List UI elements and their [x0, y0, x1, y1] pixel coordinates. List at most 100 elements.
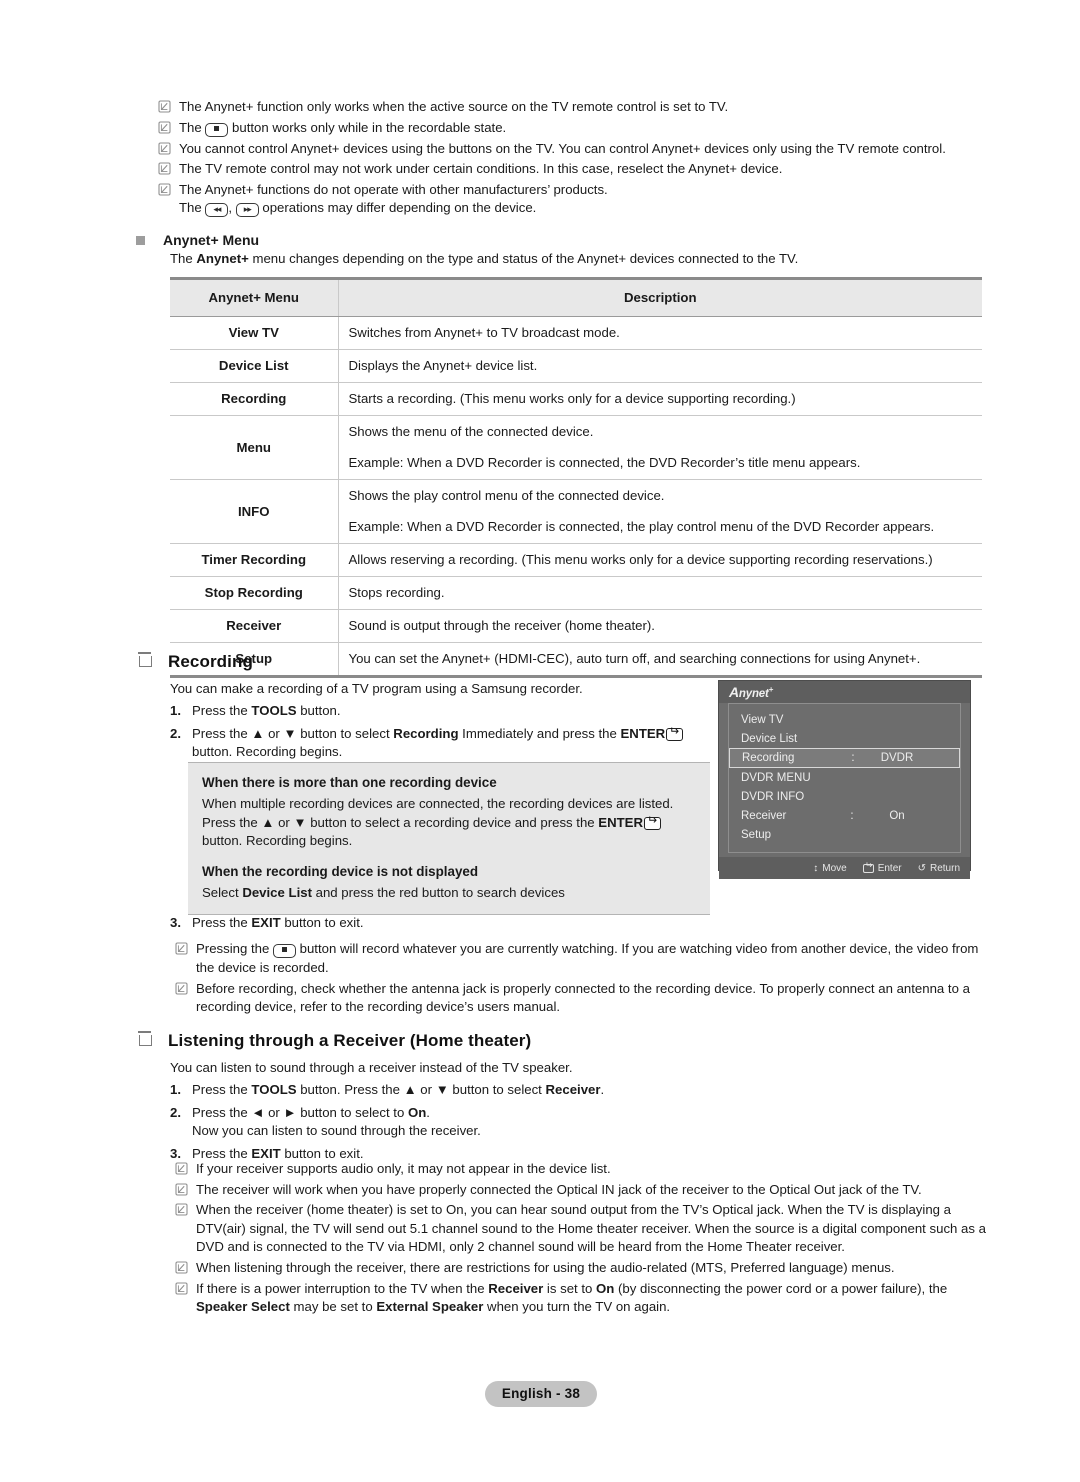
table-cell-description: Starts a recording. (This menu works onl… — [338, 382, 982, 416]
osd-item-label: DVDR MENU — [741, 771, 811, 784]
recording-steps-bottom: 3. Press the EXIT button to exit. — [170, 914, 705, 937]
recording-steps-top: 1. Press the TOOLS button. 2. Press the ▲ o… — [170, 702, 705, 766]
table-cell-description: Displays the Anynet+ device list. — [338, 349, 982, 383]
receiver-intro: You can listen to sound through a receiv… — [170, 1060, 573, 1075]
note-text: The Anynet+ functions do not operate wit… — [179, 181, 608, 218]
infobox-head-1: When there is more than one recording de… — [202, 775, 497, 790]
osd-menu-item[interactable]: Setup — [729, 825, 960, 844]
table-cell-description: Shows the menu of the connected device. E… — [338, 415, 982, 480]
note-text: If there is a power interruption to the … — [196, 1280, 948, 1315]
enter-icon — [862, 863, 874, 873]
osd-menu-item[interactable]: DVDR MENU — [729, 768, 960, 787]
osd-menu-list: View TV Device List Recording: DVDR DVDR MEN… — [728, 703, 961, 853]
table-cell-description: You can set the Anynet+ (HDMI-CEC), auto… — [338, 642, 982, 678]
osd-item-label: Recording — [742, 752, 795, 764]
note-text: The receiver will work when you have pro… — [196, 1181, 922, 1197]
osd-item-value: On — [889, 809, 905, 822]
note-item: The Anynet+ functions do not operate wit… — [158, 181, 988, 219]
note-text: When listening through the receiver, the… — [196, 1259, 895, 1275]
step-number: 2. — [170, 1104, 181, 1120]
anynet-menu-table: Anynet+ Menu Description View TV Switches… — [170, 277, 982, 678]
osd-item-label: Setup — [741, 828, 772, 841]
note-text: You cannot control Anynet+ devices using… — [179, 140, 946, 156]
step-item: 2. Press the ◄ or ► button to select to O… — [170, 1104, 870, 1141]
infobox-body-1: When multiple recording devices are conn… — [202, 795, 696, 851]
step-item: 1. Press the TOOLS button. Press the ▲ or… — [170, 1081, 870, 1100]
table-cell-description: Switches from Anynet+ to TV broadcast mo… — [338, 316, 982, 350]
note-mark-icon — [158, 162, 171, 175]
osd-menu-item[interactable]: Device List — [729, 729, 960, 748]
osd-hint-label: Enter — [877, 862, 902, 874]
infobox-body-2: Select Device List and press the red but… — [202, 884, 565, 900]
note-item: You cannot control Anynet+ devices using… — [158, 140, 988, 159]
note-mark-icon — [158, 100, 171, 113]
description-line: Shows the play control menu of the conne… — [348, 488, 665, 503]
osd-item-label: DVDR INFO — [741, 790, 805, 803]
step-number: 1. — [170, 1082, 181, 1097]
table-row: Receiver Sound is output through the rece… — [170, 609, 982, 643]
note-mark-icon — [175, 1282, 188, 1295]
note-item: If there is a power interruption to the … — [175, 1280, 990, 1317]
note-item: The Anynet+ function only works when the… — [158, 98, 988, 117]
table-row: Menu Shows the menu of the connected devi… — [170, 415, 982, 480]
step-item: 2. Press the ▲ or ▼ button to select Reco… — [170, 725, 705, 762]
table-cell-description: Stops recording. — [338, 576, 982, 610]
osd-menu-item[interactable]: View TV — [729, 710, 960, 729]
note-text: The button works only while in the recor… — [179, 119, 507, 137]
table-row: Device List Displays the Anynet+ device l… — [170, 349, 982, 383]
step-item: 1. Press the TOOLS button. — [170, 702, 705, 721]
note-item: Before recording, check whether the ante… — [175, 980, 990, 1017]
note-item: The button works only while in the recor… — [158, 119, 988, 138]
note-mark-icon — [175, 1261, 188, 1274]
infobox-head-2: When the recording device is not display… — [202, 863, 479, 879]
record-button-icon — [272, 944, 296, 958]
step-number: 3. — [170, 915, 181, 930]
osd-menu-item[interactable]: DVDR INFO — [729, 787, 960, 806]
step-text: Press the TOOLS button. Press the ▲ or ▼… — [192, 1082, 605, 1097]
note-item: If your receiver supports audio only, it… — [175, 1160, 990, 1179]
table-row: Recording Starts a recording. (This menu … — [170, 382, 982, 416]
receiver-steps: 1. Press the TOOLS button. Press the ▲ or… — [170, 1081, 870, 1167]
note-mark-icon — [158, 121, 171, 134]
recording-notes-list: Pressing the button will record whatever… — [175, 940, 990, 1019]
anynet-osd-screenshot: Anynet+ View TV Device List Recording: DVDR… — [718, 680, 971, 879]
osd-item-label: Receiver — [741, 809, 787, 822]
manual-page: The Anynet+ function only works when the… — [0, 0, 1080, 1482]
col-header-menu: Anynet+ Menu — [170, 277, 339, 317]
step-number: 2. — [170, 725, 181, 741]
table-row: INFO Shows the play control menu of the c… — [170, 479, 982, 544]
note-text: Pressing the button will record whatever… — [196, 941, 979, 975]
description-line: You can set the Anynet+ (HDMI-CEC), auto… — [348, 651, 921, 666]
top-notes-list: The Anynet+ function only works when the… — [158, 98, 988, 220]
table-cell-menu: Device List — [170, 349, 339, 383]
note-mark-icon — [175, 1162, 188, 1175]
anynet-logo: Anynet+ — [729, 684, 774, 700]
note-item: Pressing the button will record whatever… — [175, 940, 990, 978]
recording-intro: You can make a recording of a TV program… — [170, 681, 583, 696]
note-item: The TV remote control may not work under… — [158, 160, 988, 179]
enter-key-icon — [666, 727, 684, 741]
osd-menu-item[interactable]: Recording: DVDR — [729, 748, 960, 768]
table-row: Stop Recording Stops recording. — [170, 576, 982, 610]
description-line: Example: When a DVD Recorder is connecte… — [348, 455, 861, 470]
note-mark-icon — [175, 1203, 188, 1216]
move-updown-icon: ↕ — [813, 862, 819, 874]
osd-footer-hints: ↕Move Enter ↺Return — [719, 857, 970, 879]
osd-hint-label: Return — [929, 862, 960, 874]
recording-section-heading-wrap: Recording — [138, 652, 253, 672]
note-item: When listening through the receiver, the… — [175, 1259, 990, 1278]
table-cell-menu: Recording — [170, 382, 339, 416]
table-cell-menu: Timer Recording — [170, 543, 339, 577]
note-item: The receiver will work when you have pro… — [175, 1181, 990, 1200]
page-number-badge: English - 38 — [485, 1381, 597, 1407]
return-icon: ↺ — [917, 862, 926, 874]
osd-hint-label: Move — [822, 862, 847, 874]
osd-item-label: View TV — [741, 713, 784, 726]
table-cell-menu: INFO — [170, 479, 339, 544]
osd-menu-item[interactable]: Receiver: On — [729, 806, 960, 825]
note-mark-icon — [175, 982, 188, 995]
receiver-notes-list: If your receiver supports audio only, it… — [175, 1160, 990, 1319]
rewind-button-icon: ◂◂ — [205, 203, 229, 218]
note-text: If your receiver supports audio only, it… — [196, 1161, 611, 1176]
description-line: Displays the Anynet+ device list. — [348, 358, 538, 373]
